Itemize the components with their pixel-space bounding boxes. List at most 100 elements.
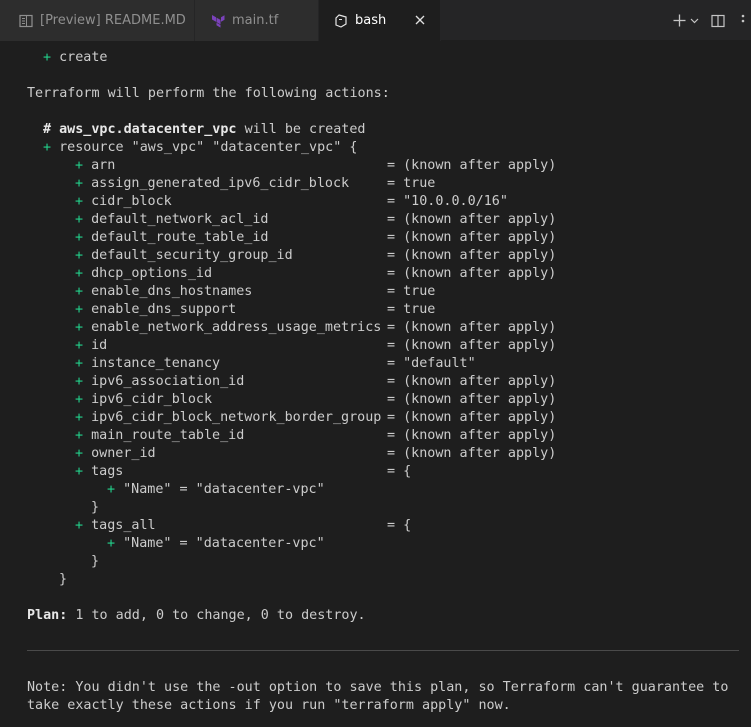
attribute-row: + enable_network_address_usage_metrics (75, 319, 381, 337)
attribute-row: + cidr_block (75, 193, 172, 211)
tab-actions (671, 0, 751, 41)
attribute-name: arn (91, 158, 116, 173)
attribute-name: owner_id (91, 446, 156, 461)
resource-declaration: resource "aws_vpc" "datacenter_vpc" { (59, 140, 358, 155)
attribute-row: + default_route_table_id (75, 229, 269, 247)
attribute-name: dhcp_options_id (91, 266, 213, 281)
separator-line (27, 650, 739, 651)
terminal-output[interactable]: + create Terraform will perform the foll… (0, 41, 751, 727)
terminal-line: } (59, 572, 68, 587)
tags-entry: "Name" = "datacenter-vpc" (123, 482, 325, 497)
attribute-value: = true (387, 284, 436, 299)
plus-sign: + (75, 284, 84, 299)
attribute-row: + ipv6_cidr_block_network_border_group (75, 409, 381, 427)
terraform-icon (210, 13, 226, 29)
plus-sign: + (43, 140, 52, 155)
comment-hash: # (43, 122, 52, 137)
attribute-name: cidr_block (91, 194, 172, 209)
terminal-line: + "Name" = "datacenter-vpc" (107, 481, 325, 499)
tab-bash[interactable]: bash (319, 0, 441, 41)
plus-sign: + (75, 194, 84, 209)
attribute-name: enable_dns_hostnames (91, 284, 253, 299)
attribute-name: enable_dns_support (91, 302, 237, 317)
tags-all-entry: "Name" = "datacenter-vpc" (123, 536, 325, 551)
attribute-name: tags_all (91, 518, 156, 533)
attribute-row: + assign_generated_ipv6_cidr_block (75, 175, 349, 193)
attribute-name: assign_generated_ipv6_cidr_block (91, 176, 350, 191)
chevron-down-icon[interactable] (687, 10, 701, 32)
plus-sign: + (75, 230, 84, 245)
tab-readme-preview[interactable]: [Preview] README.MD (0, 0, 195, 41)
preview-icon (18, 13, 34, 29)
attribute-value: = (known after apply) (387, 266, 557, 281)
plus-sign: + (75, 464, 84, 479)
attribute-row: + tags (75, 463, 123, 481)
create-label: create (59, 50, 108, 65)
plus-sign: + (75, 302, 84, 317)
plus-sign: + (75, 446, 84, 461)
plus-sign: + (75, 212, 84, 227)
tab-label: [Preview] README.MD (40, 13, 186, 28)
plus-sign: + (75, 410, 84, 425)
terminal-line: } (91, 500, 100, 515)
attribute-name: default_route_table_id (91, 230, 269, 245)
attribute-value: = "10.0.0.0/16" (387, 194, 508, 209)
terminal-line: Terraform will perform the following act… (27, 86, 390, 101)
attribute-row: + id (75, 337, 107, 355)
attribute-name: instance_tenancy (91, 356, 221, 371)
attribute-row: + default_network_acl_id (75, 211, 269, 229)
resource-address: aws_vpc.datacenter_vpc (59, 122, 237, 137)
split-editor-icon[interactable] (709, 10, 727, 32)
attribute-value: = true (387, 302, 436, 317)
tab-label: bash (355, 13, 387, 28)
note-line: take exactly these actions if you run "t… (27, 698, 511, 713)
attribute-row: + enable_dns_support (75, 301, 236, 319)
attribute-row: + arn (75, 157, 115, 175)
attribute-value: = { (387, 518, 412, 533)
attribute-value: = (known after apply) (387, 248, 557, 263)
attribute-value: = (known after apply) (387, 230, 557, 245)
tab-main-tf[interactable]: main.tf (195, 0, 319, 41)
terminal-line: # aws_vpc.datacenter_vpc will be created (43, 121, 366, 139)
terminal-line: + tags_all (75, 517, 156, 535)
terminal-line: + resource "aws_vpc" "datacenter_vpc" { (43, 139, 357, 157)
attribute-row: + ipv6_cidr_block (75, 391, 212, 409)
attribute-name: ipv6_cidr_block (91, 392, 213, 407)
attribute-name: main_route_table_id (91, 428, 245, 443)
plus-sign: + (75, 320, 84, 335)
plus-sign: + (75, 158, 84, 173)
plus-sign: + (75, 356, 84, 371)
attribute-row: + owner_id (75, 445, 156, 463)
add-terminal-icon[interactable] (671, 10, 687, 32)
more-actions-icon[interactable] (735, 10, 751, 32)
attribute-row: + enable_dns_hostnames (75, 283, 252, 301)
attribute-value: = (known after apply) (387, 212, 557, 227)
attribute-name: ipv6_association_id (91, 374, 245, 389)
attribute-row: + main_route_table_id (75, 427, 244, 445)
close-icon[interactable] (412, 12, 428, 28)
terminal-line: + create (43, 49, 108, 67)
plus-sign: + (75, 266, 84, 281)
attribute-name: default_security_group_id (91, 248, 293, 263)
plus-sign: + (107, 536, 116, 551)
attribute-name: enable_network_address_usage_metrics (91, 320, 382, 335)
plus-sign: + (107, 482, 116, 497)
attribute-value: = (known after apply) (387, 158, 557, 173)
attribute-name: ipv6_cidr_block_network_border_group (91, 410, 382, 425)
plan-label: Plan: (27, 608, 68, 623)
attribute-value: = (known after apply) (387, 338, 557, 353)
attribute-name: id (91, 338, 108, 353)
plus-sign: + (75, 176, 84, 191)
attribute-name: tags (91, 464, 124, 479)
attribute-value: = (known after apply) (387, 392, 557, 407)
editor-tab-bar: [Preview] README.MD main.tf bash (0, 0, 751, 41)
attribute-name: default_network_acl_id (91, 212, 269, 227)
plan-text: 1 to add, 0 to change, 0 to destroy. (75, 608, 366, 623)
attribute-row: + instance_tenancy (75, 355, 220, 373)
plus-sign: + (75, 374, 84, 389)
plus-sign: + (75, 518, 84, 533)
terminal-line: + "Name" = "datacenter-vpc" (107, 535, 325, 553)
attribute-row: + dhcp_options_id (75, 265, 212, 283)
note-line: Note: You didn't use the -out option to … (27, 680, 729, 695)
plus-sign: + (75, 428, 84, 443)
